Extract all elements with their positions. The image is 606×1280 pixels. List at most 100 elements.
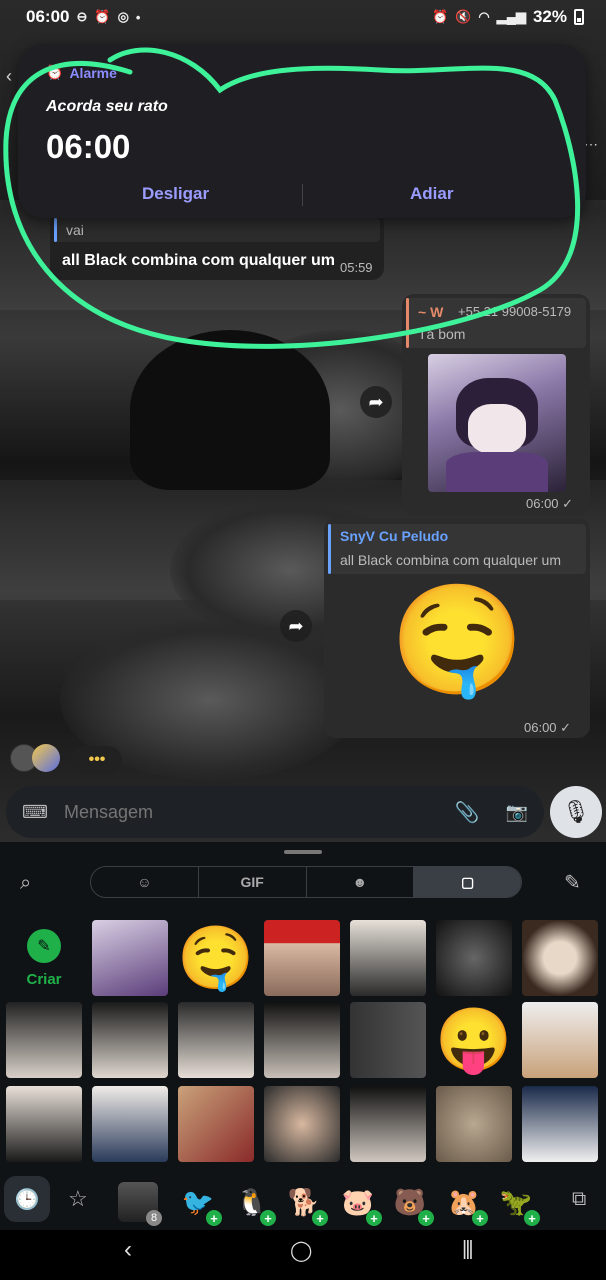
- search-icon[interactable]: ⌕: [20, 872, 31, 895]
- pencil-icon[interactable]: ✎: [564, 870, 581, 895]
- reply-quote[interactable]: vai: [54, 218, 380, 242]
- battery-icon: [574, 9, 584, 25]
- sticker-item[interactable]: 🤤: [178, 920, 254, 996]
- sticker-pack[interactable]: 8: [116, 1180, 162, 1226]
- wifi-icon: ◠: [478, 9, 490, 24]
- reply-quote-bar: [328, 524, 331, 574]
- message-bubble-incoming[interactable]: vai all Black combina com qualquer um 05…: [50, 212, 384, 280]
- sticker-item[interactable]: [92, 1086, 168, 1162]
- sticker-pack[interactable]: 🐷 +: [336, 1180, 382, 1226]
- message-time: 06:00 ✓: [524, 720, 572, 735]
- sticker-item[interactable]: [6, 1002, 82, 1078]
- sticker-image[interactable]: [428, 354, 566, 492]
- recent-stickers-tab[interactable]: 🕒: [4, 1176, 50, 1222]
- typing-indicator: •••: [72, 746, 122, 774]
- add-pack-icon: +: [260, 1210, 276, 1226]
- sticker-pack[interactable]: 🐦 +: [176, 1180, 222, 1226]
- emoji-sticker[interactable]: 🤤: [390, 586, 524, 694]
- forward-icon[interactable]: ➦: [360, 386, 392, 418]
- sticker-item[interactable]: [350, 1086, 426, 1162]
- sticker-item[interactable]: [178, 1086, 254, 1162]
- sticker-item[interactable]: [92, 1002, 168, 1078]
- sticker-pack-badge: 8: [146, 1210, 162, 1226]
- alarm-time: 06:00: [46, 128, 131, 165]
- create-pencil-icon: ✎: [27, 928, 61, 963]
- sticker-pack[interactable]: 🦖 +: [494, 1180, 540, 1226]
- attach-icon[interactable]: 📎: [455, 800, 480, 825]
- sticker-item[interactable]: [436, 1086, 512, 1162]
- message-time: 06:00 ✓: [526, 496, 574, 511]
- message-time: 05:59: [340, 260, 373, 275]
- reply-quote-bar: [54, 218, 57, 242]
- sticker-item[interactable]: [264, 920, 340, 996]
- sticker-item[interactable]: [350, 1002, 426, 1078]
- avatar: [32, 744, 60, 772]
- sticker-item[interactable]: [92, 920, 168, 996]
- sticker-item[interactable]: [522, 920, 598, 996]
- tab-avatar[interactable]: ☻: [307, 867, 415, 897]
- back-nav-icon[interactable]: ‹: [124, 1236, 132, 1264]
- message-composer[interactable]: ⌨ 📎 📷: [6, 786, 544, 838]
- message-bubble-outgoing[interactable]: ~ W +55 21 99008-5179 Tá bom 06:00 ✓: [402, 294, 590, 516]
- camera-icon[interactable]: 📷: [506, 802, 528, 823]
- sticker-item[interactable]: [6, 1086, 82, 1162]
- sticker-pack[interactable]: 🐹 +: [442, 1180, 488, 1226]
- sticker-manage-icon[interactable]: ⧉: [572, 1188, 586, 1211]
- drag-handle[interactable]: [284, 850, 322, 854]
- reply-quote-bar: [406, 298, 409, 348]
- status-bar: 06:00 ⊖ ⏰ ◎ • ⏰ 🔇 ◠ ▂▄▆ 32%: [0, 0, 606, 34]
- sticker-item[interactable]: [264, 1002, 340, 1078]
- sticker-item[interactable]: [436, 920, 512, 996]
- snooze-button[interactable]: Adiar: [410, 184, 453, 204]
- sticker-item[interactable]: [350, 920, 426, 996]
- tab-stickers[interactable]: ▢: [414, 867, 521, 897]
- alarm-notification[interactable]: ⏰ Alarme Acorda seu rato 06:00 Desligar …: [18, 44, 586, 218]
- add-pack-icon: +: [206, 1210, 222, 1226]
- sticker-item[interactable]: [522, 1002, 598, 1078]
- add-pack-icon: +: [524, 1210, 540, 1226]
- tab-emoji[interactable]: ☺: [91, 867, 199, 897]
- sticker-item[interactable]: [522, 1086, 598, 1162]
- sticker-pack[interactable]: 🐻 +: [388, 1180, 434, 1226]
- forward-icon[interactable]: ➦: [280, 610, 312, 642]
- keyboard-icon[interactable]: ⌨: [22, 802, 48, 823]
- message-input[interactable]: [62, 800, 455, 824]
- message-text: all Black combina com qualquer um: [62, 252, 335, 269]
- wallpaper-hood: [130, 330, 330, 490]
- dnd-icon: ⊖: [76, 9, 88, 24]
- mute-icon: 🔇: [455, 9, 472, 24]
- keyboard-tabs: ☺ GIF ☻ ▢: [90, 866, 522, 898]
- sticker-face: [468, 404, 526, 454]
- alarm-clock-icon: ⏰: [46, 64, 64, 80]
- alarm-app-label: Alarme: [69, 64, 117, 81]
- add-pack-icon: +: [366, 1210, 382, 1226]
- dismiss-button[interactable]: Desligar: [142, 184, 209, 204]
- home-nav-icon[interactable]: ◯: [290, 1238, 312, 1263]
- sticker-pack[interactable]: 🐧 +: [230, 1180, 276, 1226]
- reply-quote-text: Tá bom: [418, 326, 466, 342]
- create-label: Criar: [26, 970, 62, 988]
- alarm-header: ⏰ Alarme: [46, 64, 117, 81]
- reply-quote[interactable]: ~ W +55 21 99008-5179 Tá bom: [406, 298, 586, 348]
- alarm-divider: [302, 184, 303, 206]
- mic-button[interactable]: 🎙: [550, 786, 602, 838]
- add-pack-icon: +: [472, 1210, 488, 1226]
- sticker-item[interactable]: [178, 1002, 254, 1078]
- sticker-item[interactable]: [264, 1086, 340, 1162]
- reply-quote-text: all Black combina com qualquer um: [340, 552, 561, 568]
- reply-quote-name: ~ W: [418, 304, 444, 320]
- sticker-item[interactable]: 😛: [436, 1002, 512, 1078]
- mic-icon: 🎙: [562, 799, 590, 824]
- create-sticker-button[interactable]: ✎ Criar: [6, 920, 82, 996]
- status-time: 06:00: [26, 7, 70, 26]
- tab-gif[interactable]: GIF: [199, 867, 307, 897]
- sticker-pack[interactable]: 🐕 +: [282, 1180, 328, 1226]
- message-bubble-outgoing[interactable]: SnyV Cu Peludo all Black combina com qua…: [324, 518, 590, 738]
- add-pack-icon: +: [312, 1210, 328, 1226]
- star-icon[interactable]: ☆: [68, 1186, 88, 1212]
- overflow-menu-icon[interactable]: ⋯: [584, 136, 598, 153]
- reply-quote[interactable]: SnyV Cu Peludo all Black combina com qua…: [328, 524, 586, 574]
- recents-nav-icon[interactable]: |||: [462, 1238, 474, 1261]
- back-arrow-icon[interactable]: ‹: [6, 66, 12, 87]
- signal-icon: ▂▄▆: [496, 9, 526, 24]
